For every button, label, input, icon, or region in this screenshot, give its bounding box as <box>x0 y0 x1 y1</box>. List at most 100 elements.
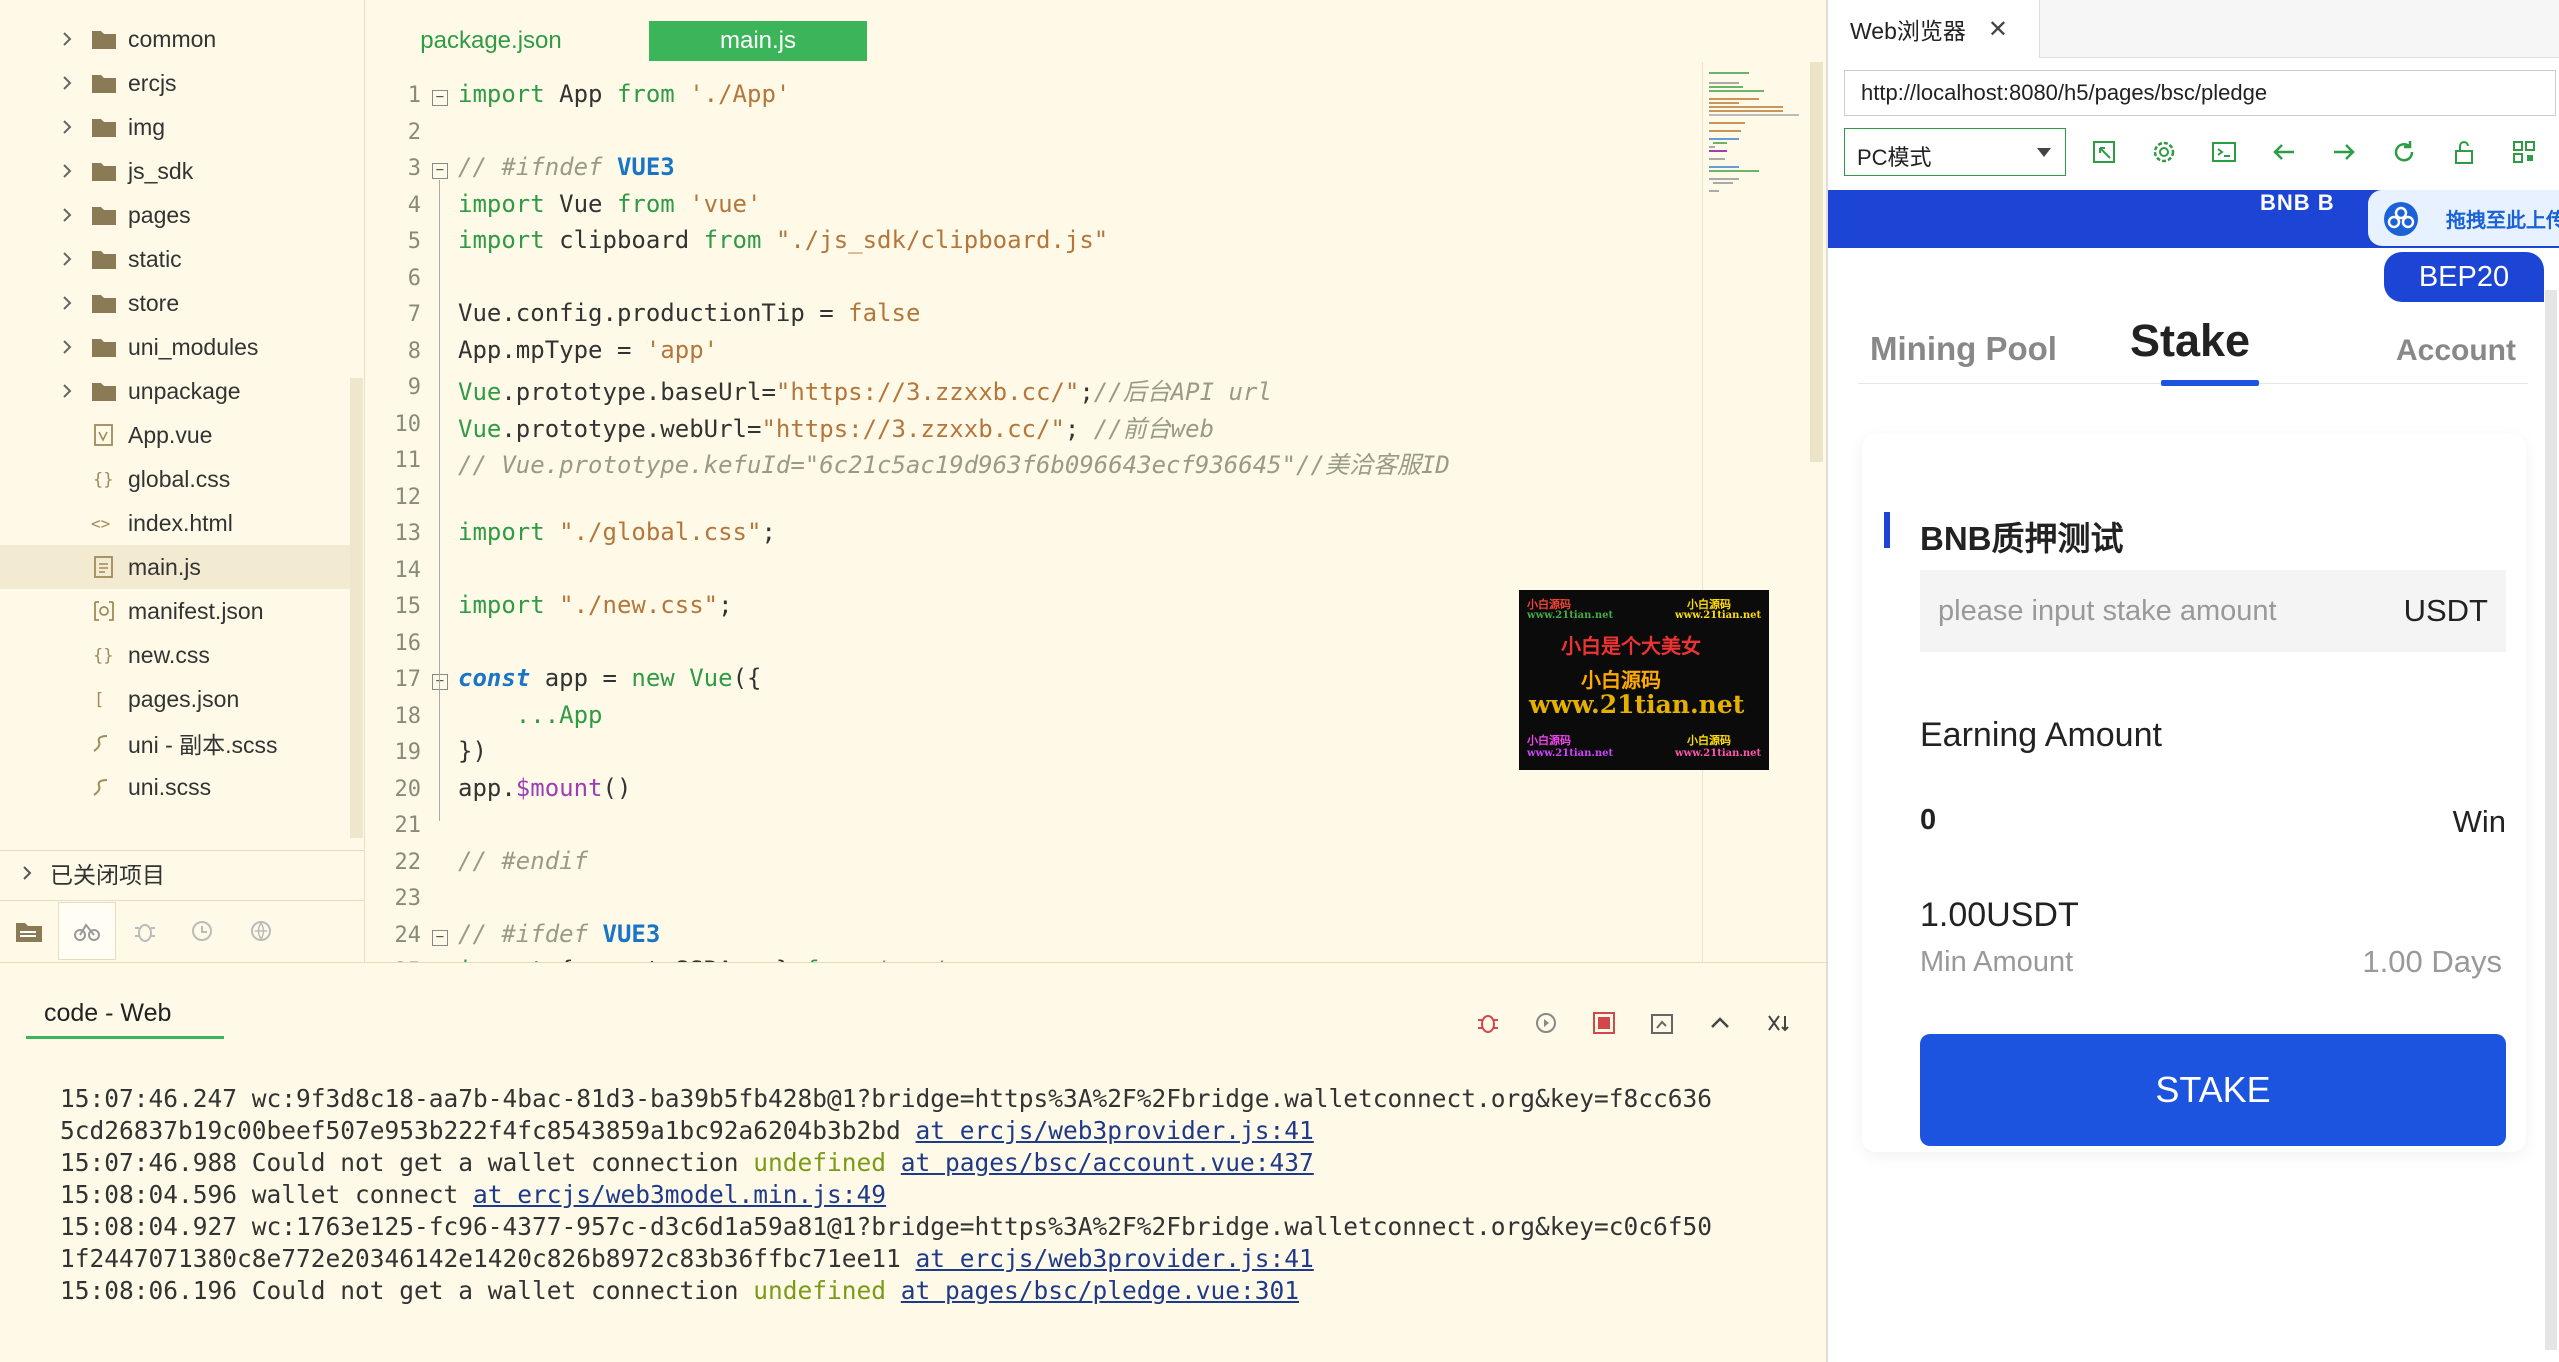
fold-toggle-icon[interactable]: − <box>432 674 448 690</box>
network-badge[interactable]: BEP20 <box>2384 252 2544 302</box>
tree-item[interactable]: <> index.html <box>0 501 350 545</box>
minimap[interactable] <box>1702 62 1817 962</box>
log-source-link[interactable]: at ercjs/web3model.min.js:49 <box>473 1180 886 1209</box>
code-token: app. <box>458 773 516 802</box>
line-number: 23 <box>394 886 422 911</box>
chevron-right-icon <box>63 208 72 222</box>
debug-icon[interactable] <box>116 902 174 960</box>
tree-item-label: new.css <box>128 641 210 668</box>
url-input[interactable]: http://localhost:8080/h5/pages/bsc/pledg… <box>1844 70 2556 116</box>
tree-item[interactable]: manifest.json <box>0 589 350 633</box>
fold-toggle-icon[interactable]: − <box>432 90 448 106</box>
code-text: Vue.prototype.webUrl="https://3.zzxxb.cc… <box>458 409 1214 444</box>
header-band-text: BNB B <box>2260 190 2335 215</box>
restart-icon[interactable] <box>1528 1005 1564 1041</box>
tree-item[interactable]: common <box>0 17 350 61</box>
code-token: VUE3 <box>616 153 675 181</box>
browser-tab[interactable]: Web浏览器 ✕ <box>1828 0 2040 58</box>
log-line: 15:08:06.196 Could not get a wallet conn… <box>60 1275 1820 1307</box>
tree-item[interactable]: store <box>0 281 350 325</box>
browser-tabbar: Web浏览器 ✕ <box>1828 0 2559 58</box>
line-number: 2 <box>407 119 421 145</box>
stake-button[interactable]: STAKE <box>1920 1034 2506 1146</box>
chevron-right-icon <box>63 76 72 90</box>
editor-scrollbar[interactable] <box>1810 62 1823 462</box>
fold-toggle-icon[interactable]: − <box>432 163 448 179</box>
log-source-link[interactable]: at pages/bsc/account.vue:437 <box>901 1148 1314 1177</box>
collapse-icon[interactable] <box>1702 1005 1738 1041</box>
tree-item[interactable]: App.vue <box>0 413 350 457</box>
export-icon[interactable] <box>1644 1005 1680 1041</box>
tree-item[interactable]: js_sdk <box>0 149 350 193</box>
sidebar-scrollbar[interactable] <box>350 378 363 838</box>
console-icon[interactable] <box>2206 134 2242 170</box>
tree-item-label: index.html <box>128 509 233 536</box>
tab-account[interactable]: Account <box>2396 334 2516 368</box>
code-line: 14 <box>366 554 1706 590</box>
fold-guide <box>439 691 440 758</box>
plugin-icon[interactable] <box>232 902 290 960</box>
code-line: 22 // #endif <box>366 846 1706 882</box>
tree-item[interactable]: pages <box>0 193 350 237</box>
code-token: from <box>616 189 675 218</box>
tree-item-label: js_sdk <box>128 157 194 184</box>
baidu-upload-pill[interactable]: 拖拽至此上传 <box>2368 190 2559 246</box>
tree-item[interactable]: {} global.css <box>0 457 350 501</box>
tree-item[interactable]: img <box>0 105 350 149</box>
close-icon[interactable]: ✕ <box>1988 15 2008 44</box>
tab-stake[interactable]: Stake <box>2130 315 2250 367</box>
tree-item[interactable]: [ ] pages.json <box>0 677 350 721</box>
reload-icon[interactable] <box>2386 134 2422 170</box>
forward-icon[interactable] <box>2326 134 2362 170</box>
tab-package-json[interactable]: package.json <box>366 21 616 61</box>
qrcode-icon[interactable] <box>2506 134 2542 170</box>
min-amount-label: Min Amount <box>1920 946 2074 978</box>
mode-select[interactable]: PC模式 <box>1844 128 2066 176</box>
log-text: undefined <box>753 1148 887 1177</box>
tree-item-label: global.css <box>128 465 231 492</box>
closed-projects-row[interactable]: 已关闭项目 <box>0 850 364 894</box>
code-area[interactable]: 1− import App from './App' 2 3−// #ifndef V… <box>366 79 1706 962</box>
tree-item[interactable]: uni_modules <box>0 325 350 369</box>
git-icon[interactable] <box>174 902 232 960</box>
code-token: //后台API url <box>1093 378 1272 406</box>
browser-scrollbar[interactable] <box>2545 290 2557 1350</box>
tree-item[interactable]: uni.scss <box>0 765 350 809</box>
open-external-icon[interactable] <box>2086 134 2122 170</box>
code-line: 24−// #ifdef VUE3 <box>366 919 1706 955</box>
debug-icon[interactable] <box>1470 1005 1506 1041</box>
code-text: import "./new.css"; <box>458 591 733 619</box>
settings-icon[interactable] <box>2146 134 2182 170</box>
stake-amount-input[interactable]: please input stake amount USDT <box>1920 570 2506 652</box>
tree-item[interactable]: unpackage <box>0 369 350 413</box>
log-source-link[interactable]: at pages/bsc/pledge.vue:301 <box>901 1276 1299 1305</box>
log-text: 15:07:46.988 Could not get a wallet conn… <box>60 1148 754 1177</box>
code-token: ; <box>1064 414 1094 443</box>
tab-main-js[interactable]: main.js <box>649 21 867 61</box>
earning-label: Earning Amount <box>1920 716 2162 754</box>
tree-item[interactable]: ercjs <box>0 61 350 105</box>
code-token: import <box>458 226 545 254</box>
tree-item-label: uni_modules <box>128 333 259 360</box>
fold-toggle-icon[interactable]: − <box>432 929 448 946</box>
log-source-link[interactable]: at ercjs/web3provider.js:41 <box>916 1244 1314 1273</box>
console-tab[interactable]: code - Web <box>26 993 224 1039</box>
clear-icon[interactable] <box>1760 1005 1796 1041</box>
unlock-icon[interactable] <box>2446 134 2482 170</box>
tree-item[interactable]: main.js <box>0 545 350 589</box>
tree-item[interactable]: static <box>0 237 350 281</box>
ide-window: common ercjs img js_sdkpages static store uni_… <box>0 0 2559 1362</box>
tree-item[interactable]: uni - 副本.scss <box>0 721 350 765</box>
browser-toolbar <box>2086 134 2542 170</box>
log-source-link[interactable]: at ercjs/web3provider.js:41 <box>916 1116 1314 1145</box>
sidebar-bottom-tabs <box>0 900 364 960</box>
code-line: 3−// #ifndef VUE3 <box>366 152 1706 188</box>
runner-icon[interactable] <box>58 901 116 960</box>
project-icon[interactable] <box>0 902 58 960</box>
tab-mining-pool[interactable]: Mining Pool <box>1870 330 2057 368</box>
stop-icon[interactable] <box>1586 1005 1622 1041</box>
code-token: ({ <box>732 664 762 692</box>
tree-item[interactable]: {} new.css <box>0 633 350 677</box>
back-icon[interactable] <box>2266 134 2302 170</box>
code-line: 20 app.$mount() <box>366 773 1706 809</box>
